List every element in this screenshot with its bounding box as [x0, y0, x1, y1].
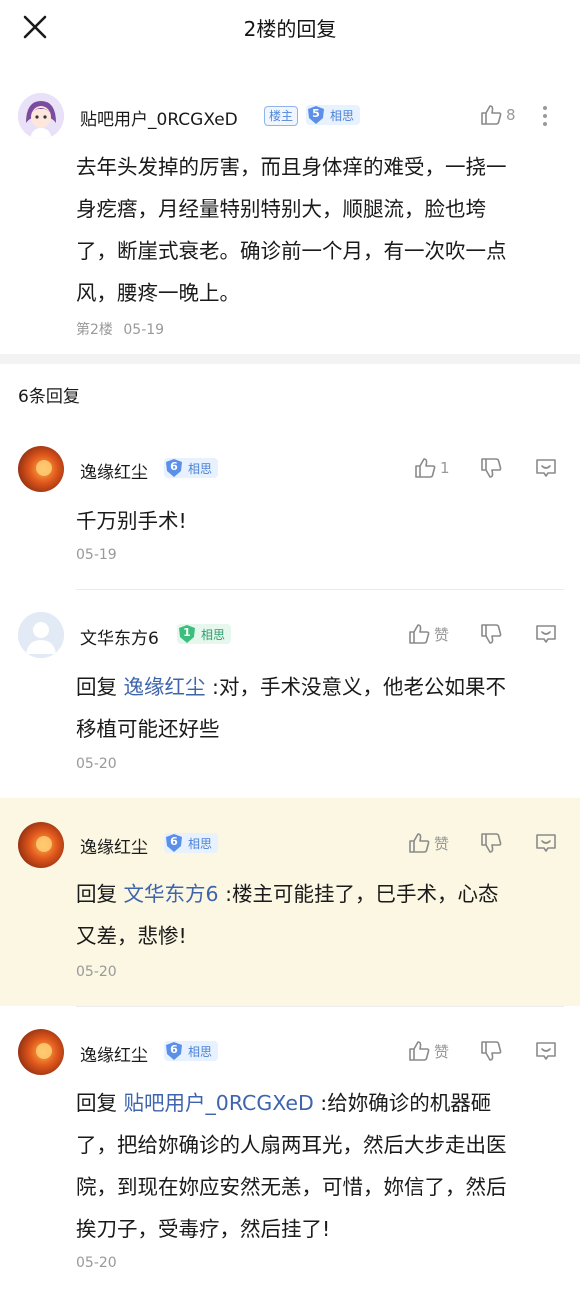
like-count: 8: [506, 106, 516, 124]
level-badge: 6 相思: [164, 458, 219, 478]
owner-badge: 楼主: [264, 106, 299, 126]
level-badge: 1 相思: [177, 624, 232, 644]
page-title: 2楼的回复: [243, 17, 337, 41]
reply-to-link[interactable]: 贴吧用户_0RCGXeD: [124, 1091, 314, 1115]
reply-to-link[interactable]: 文华东方6: [124, 882, 219, 906]
thumbs-down-icon[interactable]: [480, 623, 502, 645]
level-badge: 6 相思: [164, 833, 219, 853]
like-button[interactable]: 8: [480, 104, 516, 126]
post-content: 去年头发掉的厉害，而且身体痒的难受，一挠一 身疙瘩，月经量特别特别大，顺腿流，脸…: [76, 155, 507, 305]
like-label: 赞: [434, 1042, 450, 1061]
thumbs-up-icon: [415, 458, 436, 478]
list-item: 逸缘红尘 6 相思 赞 回复 文华东方6 :楼主可能挂了，巳手术，心态 又差，悲…: [0, 798, 580, 1006]
thumbs-up-icon: [409, 833, 430, 853]
reply-date: 05-20: [76, 964, 117, 980]
like-label: 赞: [434, 834, 450, 853]
more-icon[interactable]: [538, 104, 552, 128]
reply-content: 回复 贴吧用户_0RCGXeD :给妳确诊的机器砸 了，把给妳确诊的人扇两耳光，…: [76, 1091, 507, 1241]
list-item: 逸缘红尘 6 相思 赞 回复 贴吧用户_0RCGXeD :给妳确诊的机器砸 了，…: [0, 1006, 580, 1294]
reply-count: 6条回复: [18, 387, 80, 407]
avatar[interactable]: [18, 822, 64, 868]
username[interactable]: 逸缘红尘: [80, 833, 148, 858]
reply-date: 05-20: [76, 1255, 117, 1271]
section-divider: [0, 354, 580, 364]
avatar[interactable]: [18, 1029, 64, 1075]
username[interactable]: 逸缘红尘: [80, 458, 148, 483]
floor-number: 第2楼: [76, 322, 113, 338]
thumbs-up-icon: [481, 105, 502, 125]
comment-icon[interactable]: [534, 1039, 558, 1063]
reply-content: 回复 文华东方6 :楼主可能挂了，巳手术，心态 又差，悲惨!: [76, 882, 499, 948]
like-button[interactable]: 赞: [408, 1040, 449, 1062]
post-date: 05-19: [123, 322, 165, 338]
main-post: 贴吧用户_0RCGXeD 楼主 5 相思 8 去年头发掉的厉害，而且身体痒的难受…: [0, 56, 580, 354]
divider: [76, 1006, 564, 1007]
reply-date: 05-20: [76, 756, 117, 772]
username[interactable]: 逸缘红尘: [80, 1041, 148, 1066]
post-meta: 第2楼 05-19: [76, 319, 164, 339]
reply-to-link[interactable]: 逸缘红尘: [124, 675, 206, 699]
thumbs-down-icon[interactable]: [480, 457, 502, 479]
like-button[interactable]: 赞: [408, 832, 449, 854]
username[interactable]: 文华东方6: [80, 624, 159, 649]
list-item: 文华东方6 1 相思 赞 回复 逸缘红尘 :对，手术没意义，他老公如果不 移植可…: [0, 590, 580, 798]
list-item: 逸缘红尘 6 相思 1 千万别手术! 05-19: [0, 430, 580, 590]
like-button[interactable]: 赞: [408, 623, 449, 645]
avatar[interactable]: [18, 612, 64, 658]
top-bar: 2楼的回复: [0, 0, 580, 56]
thumbs-down-icon[interactable]: [480, 832, 502, 854]
like-button[interactable]: 1: [414, 457, 450, 479]
thumbs-down-icon[interactable]: [480, 1040, 502, 1062]
comment-icon[interactable]: [534, 622, 558, 646]
thumbs-up-icon: [409, 1041, 430, 1061]
reply-content: 回复 逸缘红尘 :对，手术没意义，他老公如果不 移植可能还好些: [76, 675, 506, 741]
avatar[interactable]: [18, 446, 64, 492]
avatar[interactable]: [18, 93, 64, 139]
reply-date: 05-19: [76, 547, 117, 563]
comment-icon[interactable]: [534, 831, 558, 855]
like-label: 赞: [434, 625, 450, 644]
thumbs-up-icon: [409, 624, 430, 644]
like-label: 1: [440, 459, 450, 477]
comment-icon[interactable]: [534, 456, 558, 480]
level-badge: 6 相思: [164, 1041, 219, 1061]
username[interactable]: 贴吧用户_0RCGXeD: [80, 105, 238, 130]
reply-content: 千万别手术!: [76, 509, 187, 533]
level-badge: 5 相思: [306, 105, 361, 125]
